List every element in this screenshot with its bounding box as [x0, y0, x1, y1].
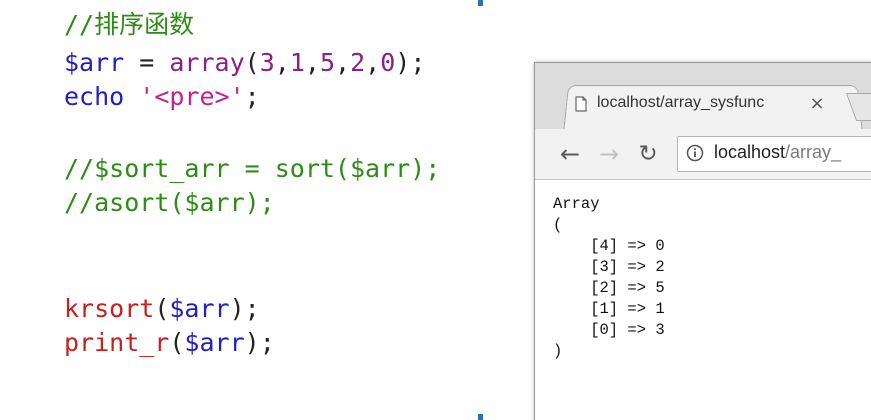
code-token: , — [335, 48, 351, 77]
code-line: //$sort_arr = sort($arr); — [64, 152, 440, 186]
code-token: $arr — [169, 294, 230, 323]
code-line: echo '<pre>'; — [64, 80, 260, 114]
code-token: print_r — [64, 328, 170, 357]
code-line: print_r($arr); — [64, 326, 275, 360]
code-token: 0 — [380, 48, 396, 77]
code-token: = — [124, 48, 170, 77]
tab-title: localhost/array_sysfunc — [597, 94, 765, 111]
code-token: , — [304, 48, 320, 77]
code-token: krsort — [64, 294, 155, 323]
print-r-output: Array ( [4] => 0 [3] => 2 [2] => 5 [1] =… — [553, 195, 665, 360]
code-token: '<pre>' — [139, 82, 245, 111]
code-token: ); — [244, 328, 275, 357]
code-token: ( — [169, 328, 185, 357]
browser-window: localhost/array_sysfunc × ← → ↻ localhos… — [534, 62, 871, 420]
close-tab-icon[interactable]: × — [807, 91, 827, 117]
code-token: 1 — [289, 48, 305, 77]
back-arrow-icon[interactable]: ← — [555, 139, 585, 169]
code-token: //$sort_arr = sort($arr); — [64, 154, 441, 183]
page-icon — [575, 96, 587, 112]
code-token: 5 — [319, 48, 336, 77]
code-token: $arr — [64, 48, 125, 77]
editor-marker-bottom — [478, 414, 483, 420]
reload-icon[interactable]: ↻ — [633, 139, 663, 169]
code-line: $arr = array(3,1,5,2,0); — [64, 46, 425, 80]
url-path: /array_ — [785, 142, 842, 162]
code-token: $arr — [184, 328, 245, 357]
info-icon[interactable] — [686, 144, 704, 162]
code-token: , — [274, 48, 290, 77]
editor-marker-top — [478, 0, 483, 6]
url-text: localhost/array_ — [714, 142, 841, 163]
code-token: ); — [395, 48, 426, 77]
code-token: echo — [64, 82, 125, 111]
code-line: //排序函数 — [64, 8, 194, 42]
code-token: ( — [154, 294, 170, 323]
code-token: ); — [229, 294, 260, 323]
tab-strip: localhost/array_sysfunc × — [535, 63, 871, 134]
code-line: //asort($arr); — [64, 186, 275, 220]
code-token: array — [169, 48, 245, 77]
code-token: 2 — [350, 48, 366, 77]
code-token: //排序函数 — [64, 10, 195, 39]
browser-tab[interactable]: localhost/array_sysfunc × — [571, 87, 861, 129]
forward-arrow-icon[interactable]: → — [594, 139, 624, 169]
code-token: ; — [244, 82, 260, 111]
code-token: //asort($arr); — [64, 188, 275, 217]
code-token: 3 — [259, 48, 275, 77]
code-token: ( — [244, 48, 260, 77]
code-line: krsort($arr); — [64, 292, 260, 326]
address-bar[interactable]: localhost/array_ — [677, 136, 871, 172]
code-token: , — [365, 48, 381, 77]
page-viewport: Array ( [4] => 0 [3] => 2 [2] => 5 [1] =… — [535, 180, 871, 420]
screenshot-stage: //排序函数 $arr = array(3,1,5,2,0); echo '<pre… — [0, 0, 871, 420]
browser-toolbar: ← → ↻ localhost/array_ — [535, 129, 871, 180]
tab-title-fade — [781, 91, 805, 117]
url-host: localhost — [714, 142, 786, 162]
